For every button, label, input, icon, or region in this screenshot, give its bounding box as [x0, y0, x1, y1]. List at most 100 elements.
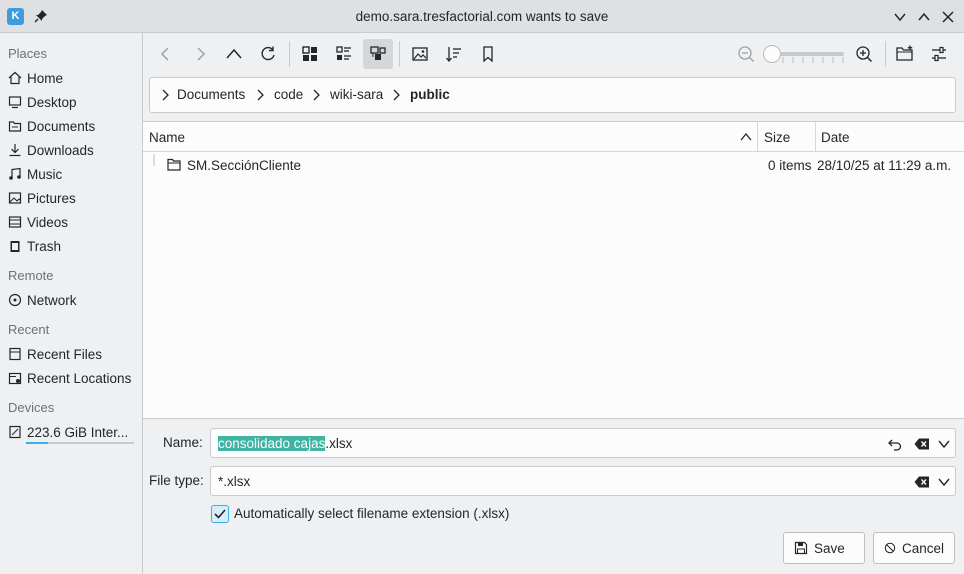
- new-folder-button[interactable]: [890, 39, 920, 69]
- reload-button[interactable]: [253, 39, 283, 69]
- sidebar-item-network[interactable]: Network: [0, 290, 142, 312]
- sidebar-item-recent-files[interactable]: Recent Files: [0, 344, 142, 366]
- close-icon[interactable]: [940, 9, 956, 25]
- recent-locations-icon: [8, 372, 22, 385]
- options-button[interactable]: [924, 39, 954, 69]
- column-header-size[interactable]: Size: [764, 130, 790, 145]
- clear-text-icon[interactable]: [914, 474, 930, 490]
- compact-view-button[interactable]: [329, 39, 359, 69]
- sidebar-item-label: Music: [27, 167, 63, 182]
- zoom-out-button[interactable]: [731, 39, 761, 69]
- filename-value[interactable]: consolidado cajas.xlsx: [218, 436, 352, 451]
- up-icon: [226, 48, 242, 59]
- breadcrumb-item-code[interactable]: code: [274, 87, 303, 102]
- sort-ascending-icon[interactable]: [740, 132, 752, 142]
- sidebar-item-home[interactable]: Home: [0, 68, 142, 90]
- undo-icon[interactable]: [887, 436, 903, 452]
- tree-line: [153, 154, 155, 166]
- folder-icon: [167, 158, 181, 171]
- filename-field[interactable]: consolidado cajas.xlsx: [210, 428, 956, 458]
- sidebar-item-label: Desktop: [27, 95, 77, 110]
- videos-icon: [8, 216, 22, 228]
- file-type-label: File type:: [149, 473, 204, 488]
- breadcrumb[interactable]: Documents code wiki-sara public: [149, 77, 956, 113]
- cancel-icon: [884, 542, 896, 554]
- file-list[interactable]: Name Size Date SM.SecciónCliente 0 items…: [143, 121, 964, 419]
- bookmark-button[interactable]: [473, 39, 503, 69]
- kde-app-icon[interactable]: K: [7, 8, 24, 25]
- music-icon: [9, 167, 21, 180]
- auto-extension-label[interactable]: Automatically select filename extension …: [234, 506, 509, 521]
- sidebar-item-trash[interactable]: Trash: [0, 236, 142, 258]
- downloads-icon: [9, 144, 21, 157]
- sidebar-item-videos[interactable]: Videos: [0, 212, 142, 234]
- details-view-button[interactable]: [363, 39, 393, 69]
- back-button[interactable]: [151, 39, 181, 69]
- sidebar-item-recent-locations[interactable]: Recent Locations: [0, 368, 142, 390]
- bookmark-icon: [483, 46, 493, 63]
- breadcrumb-item-public[interactable]: public: [410, 87, 450, 102]
- chevron-down-icon[interactable]: [936, 436, 952, 452]
- file-type-select[interactable]: *.xlsx: [210, 466, 956, 496]
- chevron-right-icon[interactable]: [311, 89, 321, 101]
- file-type-value: *.xlsx: [218, 474, 251, 489]
- forward-button[interactable]: [185, 39, 215, 69]
- sidebar-item-label: Downloads: [27, 143, 94, 158]
- sidebar-item-label: Trash: [27, 239, 62, 254]
- reload-icon: [261, 46, 275, 61]
- chevron-right-icon[interactable]: [160, 89, 170, 101]
- toolbar-separator: [289, 41, 290, 67]
- sort-button[interactable]: [439, 39, 469, 69]
- parent-folder-button[interactable]: [219, 39, 249, 69]
- home-icon: [8, 71, 22, 85]
- zoom-out-icon: [738, 46, 755, 63]
- sidebar-item-desktop[interactable]: Desktop: [0, 92, 142, 114]
- file-date: 28/10/25 at 11:29 a.m.: [817, 158, 952, 173]
- minimize-icon[interactable]: [892, 9, 908, 25]
- breadcrumb-item-wiki-sara[interactable]: wiki-sara: [330, 87, 383, 102]
- column-divider[interactable]: [757, 122, 758, 152]
- drive-usage-bar: [26, 442, 134, 444]
- recent-files-icon: [9, 347, 21, 361]
- cancel-button[interactable]: Cancel: [873, 532, 955, 564]
- column-header-date[interactable]: Date: [821, 130, 850, 145]
- clear-text-icon[interactable]: [914, 436, 930, 452]
- zoom-in-button[interactable]: [849, 39, 879, 69]
- save-button[interactable]: Save: [783, 532, 865, 564]
- column-divider[interactable]: [815, 122, 816, 152]
- sidebar-item-label: Videos: [27, 215, 69, 230]
- sidebar-item-pictures[interactable]: Pictures: [0, 188, 142, 210]
- breadcrumb-item-documents[interactable]: Documents: [177, 87, 245, 102]
- chevron-down-icon[interactable]: [936, 474, 952, 490]
- desktop-icon: [8, 96, 22, 109]
- cancel-button-label: Cancel: [901, 540, 944, 556]
- sidebar-item-downloads[interactable]: Downloads: [0, 140, 142, 162]
- file-name: SM.SecciónCliente: [187, 158, 302, 173]
- icons-view-button[interactable]: [295, 39, 325, 69]
- back-icon: [160, 47, 169, 61]
- preview-icon: [412, 47, 428, 61]
- maximize-icon[interactable]: [916, 9, 932, 25]
- sort-icon: [446, 47, 461, 63]
- table-row[interactable]: SM.SecciónCliente 0 items 28/10/25 at 11…: [143, 154, 964, 176]
- sidebar-item-music[interactable]: Music: [0, 164, 142, 186]
- zoom-in-icon: [856, 46, 873, 63]
- sidebar-item-label: Recent Locations: [27, 371, 132, 386]
- chevron-right-icon[interactable]: [255, 89, 265, 101]
- preview-button[interactable]: [405, 39, 435, 69]
- documents-icon: [8, 121, 22, 132]
- pin-icon[interactable]: [33, 8, 49, 24]
- zoom-slider-handle[interactable]: [763, 45, 781, 63]
- sidebar-item-drive[interactable]: 223.6 GiB Inter...: [0, 422, 142, 444]
- auto-extension-checkbox[interactable]: [211, 505, 229, 523]
- save-button-label: Save: [814, 540, 845, 556]
- zoom-slider-track[interactable]: [772, 52, 844, 56]
- sidebar-item-documents[interactable]: Documents: [0, 116, 142, 138]
- chevron-right-icon[interactable]: [391, 89, 401, 101]
- section-heading-places: Places: [8, 46, 48, 61]
- filename-extension-text: .xlsx: [325, 436, 353, 451]
- checkmark-icon: [214, 509, 226, 519]
- new-folder-icon: [896, 45, 913, 61]
- compact-view-icon: [336, 46, 351, 60]
- column-header-name[interactable]: Name: [149, 130, 185, 145]
